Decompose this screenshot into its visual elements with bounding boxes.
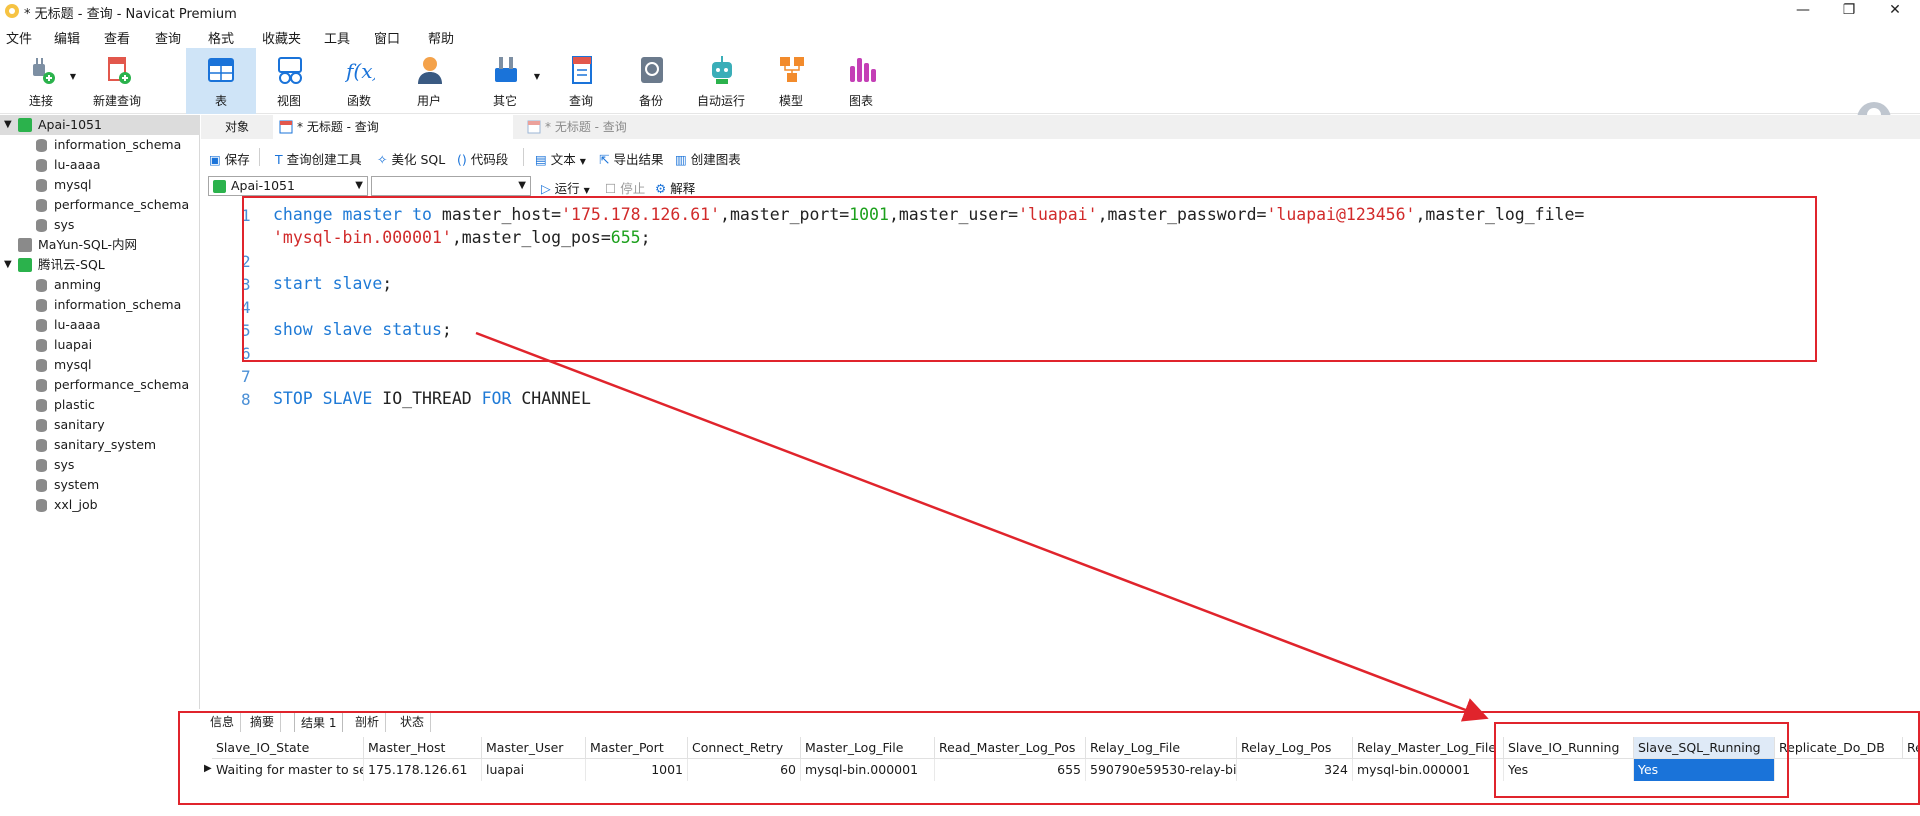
arrow-line: [475, 331, 1489, 722]
annotation-arrow: [475, 331, 1489, 722]
